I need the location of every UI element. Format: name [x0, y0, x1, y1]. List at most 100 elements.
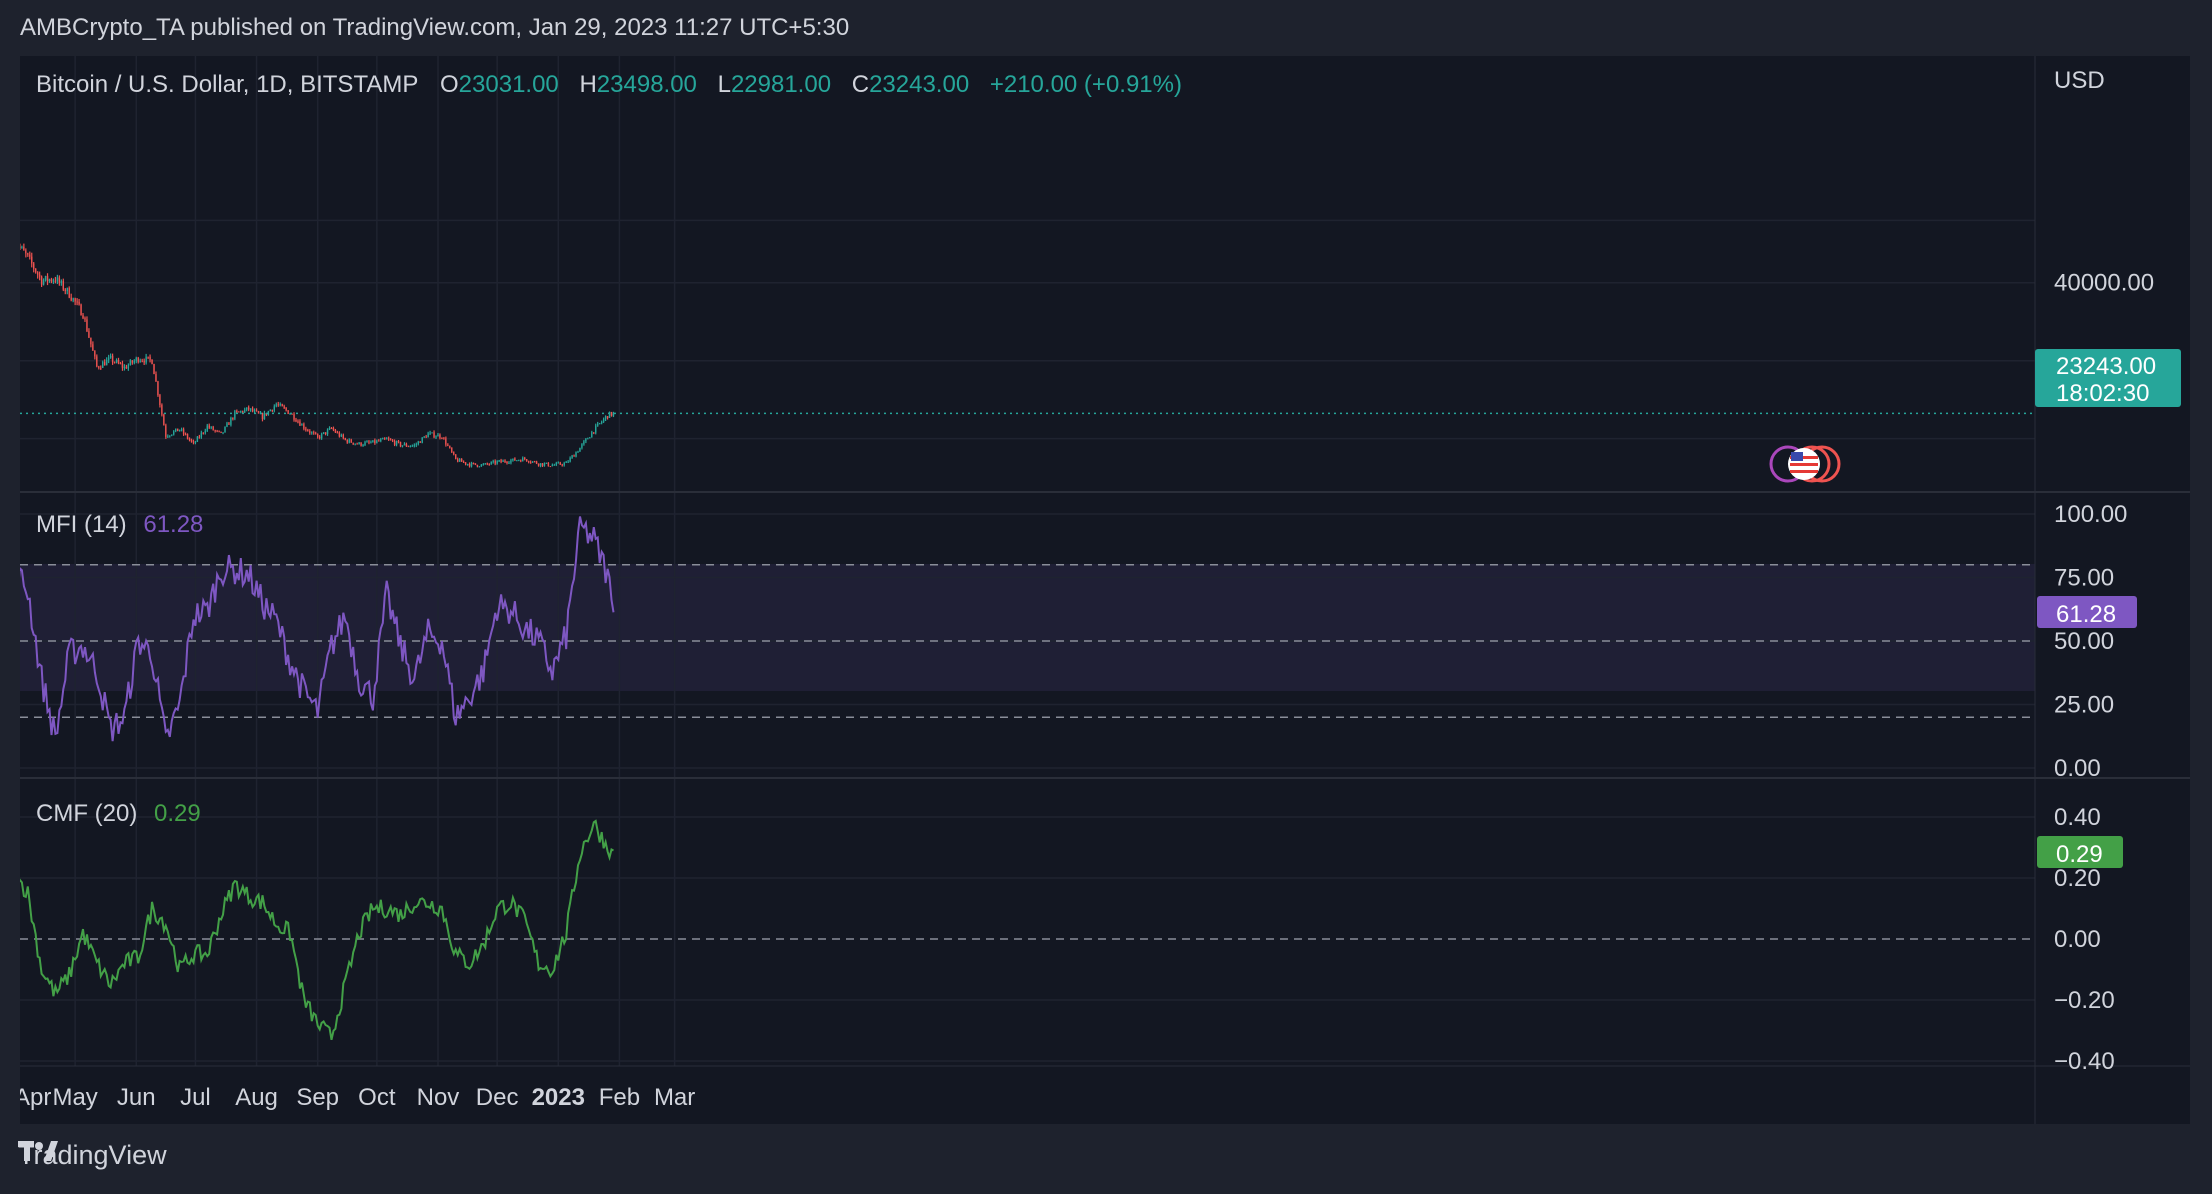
candle-body: [324, 432, 327, 435]
candle-body: [29, 254, 31, 257]
candle-body: [153, 364, 155, 375]
cmf-label: CMF (20): [36, 800, 137, 827]
candle-body: [600, 421, 603, 424]
candle-body: [271, 409, 274, 411]
candle-body: [360, 442, 362, 446]
candle-body: [127, 365, 130, 369]
candle-body: [356, 443, 358, 445]
candle-body: [437, 434, 439, 437]
candle-body: [407, 446, 410, 448]
high-label: H: [579, 71, 596, 98]
candle-body: [44, 275, 47, 281]
cmf-badge-value: 0.29: [2056, 841, 2103, 868]
us-flag-icon[interactable]: [1788, 448, 1820, 480]
mfi-title[interactable]: MFI (14) 61.28: [36, 511, 203, 538]
mfi-label: MFI (14): [36, 511, 127, 538]
candle-body: [387, 438, 390, 440]
candle-body: [307, 429, 309, 432]
candle-body: [508, 462, 510, 464]
candle-body: [222, 432, 224, 434]
candle-body: [173, 431, 175, 435]
candle-body: [393, 441, 396, 445]
candle-body: [494, 461, 496, 464]
candle-body: [537, 463, 540, 466]
candle-body: [332, 428, 335, 431]
candle-body: [581, 444, 583, 448]
candle-body: [33, 263, 35, 269]
candle-body: [547, 462, 550, 467]
candle-body: [419, 441, 421, 443]
candle-body: [344, 438, 346, 440]
candle-body: [348, 439, 350, 443]
cmf-title[interactable]: CMF (20) 0.29: [36, 800, 201, 827]
symbol-title[interactable]: Bitcoin / U.S. Dollar, 1D, BITSTAMP: [36, 71, 418, 98]
candle-body: [34, 268, 37, 273]
x-tick-label: May: [52, 1084, 97, 1111]
candle-body: [370, 442, 372, 444]
candle-body: [100, 367, 102, 369]
open-value: 23031.00: [459, 71, 559, 98]
candle-body: [492, 461, 494, 463]
tradingview-logo[interactable]: TradingView: [18, 1140, 167, 1171]
candle-body: [527, 461, 530, 463]
candle-body: [281, 404, 283, 407]
candle-body: [309, 431, 311, 433]
mfi-tick-label: 100.00: [2054, 501, 2127, 528]
candle-body: [535, 461, 538, 464]
x-tick-label: Dec: [476, 1084, 519, 1111]
candle-body: [261, 413, 264, 420]
candle-body: [123, 366, 126, 368]
chart-svg[interactable]: Bitcoin / U.S. Dollar, 1D, BITSTAMP O230…: [20, 56, 2190, 1124]
chart-panel[interactable]: Bitcoin / U.S. Dollar, 1D, BITSTAMP O230…: [20, 56, 2190, 1124]
mfi-value: 61.28: [143, 511, 203, 538]
candle-body: [169, 435, 171, 437]
cmf-badge: 0.29: [2037, 836, 2123, 868]
candle-body: [563, 462, 565, 466]
last-price-value: 23243.00: [2056, 353, 2156, 380]
candle-body: [575, 452, 577, 457]
candle-body: [447, 444, 449, 446]
candle-body: [316, 434, 319, 437]
candle-body: [293, 414, 295, 420]
candle-body: [180, 429, 183, 431]
candle-body: [565, 461, 567, 463]
candle-body: [269, 409, 272, 412]
candle-body: [604, 416, 607, 420]
candle-body: [147, 356, 149, 358]
candle-body: [529, 462, 532, 464]
candle-body: [295, 419, 297, 422]
candle-body: [399, 442, 402, 447]
x-tick-label: Jun: [117, 1084, 156, 1111]
candle-body: [539, 463, 542, 466]
candle-body: [591, 432, 593, 438]
x-tick-label: Aug: [235, 1084, 278, 1111]
candle-body: [612, 413, 615, 416]
candle-body: [115, 360, 118, 363]
candle-body: [20, 246, 21, 248]
candle-body: [334, 430, 337, 433]
close-value: 23243.00: [869, 71, 969, 98]
candle-body: [328, 428, 331, 430]
candle-body: [135, 357, 137, 361]
x-tick-label: 2023: [532, 1084, 585, 1111]
event-markers[interactable]: [1769, 445, 1841, 483]
candle-body: [240, 411, 242, 413]
candle-body: [236, 411, 238, 413]
candle-body: [610, 411, 613, 416]
candle-body: [464, 462, 467, 465]
candle-body: [72, 298, 74, 301]
candle-body: [466, 463, 469, 465]
candle-body: [176, 428, 179, 432]
candle-body: [585, 438, 587, 442]
candle-body: [362, 445, 364, 447]
candle-body: [340, 434, 343, 437]
candle-body: [188, 438, 191, 440]
candle-body: [597, 423, 599, 426]
candle-body: [202, 432, 205, 434]
x-tick-label: Oct: [358, 1084, 396, 1111]
last-price-badge: 23243.00 18:02:30: [2035, 349, 2181, 407]
x-tick-label: Sep: [296, 1084, 339, 1111]
candle-body: [86, 319, 88, 332]
mfi-tick-label: 0.00: [2054, 755, 2101, 782]
candle-body: [593, 432, 595, 434]
